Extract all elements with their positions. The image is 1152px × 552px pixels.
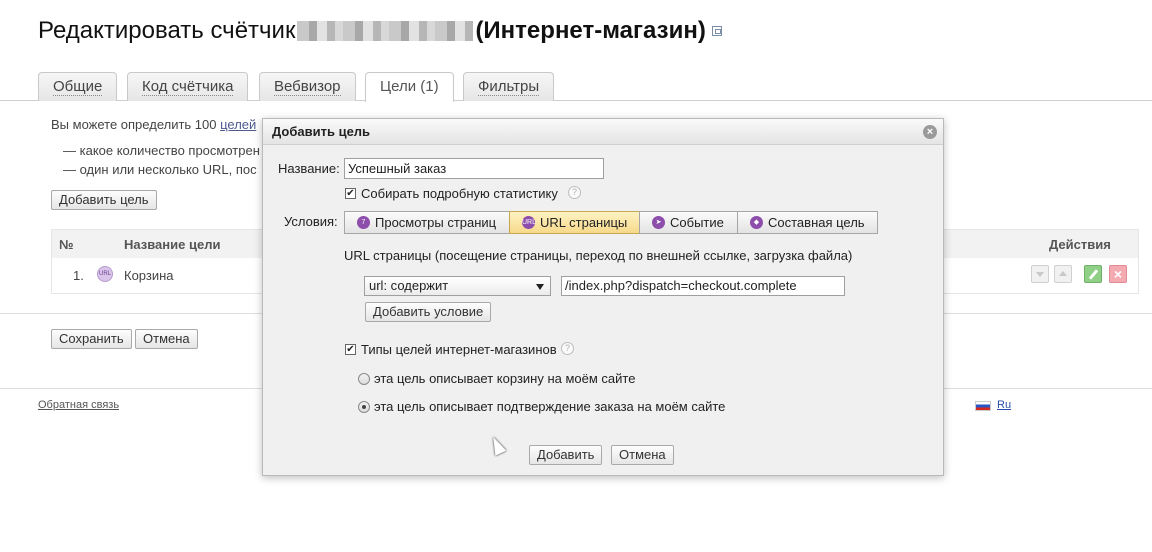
condition-event[interactable]: ➤ Событие [639, 211, 738, 234]
add-goal-button[interactable]: Добавить цель [51, 190, 157, 210]
save-button[interactable]: Сохранить [51, 329, 132, 349]
edit-pencil-icon[interactable] [1084, 265, 1102, 283]
page-title: Редактировать счётчик (Интернет-магазин) [38, 14, 722, 48]
tab-label: Вебвизор [274, 78, 341, 96]
goals-link[interactable]: целей [220, 117, 256, 132]
dialog-add-button[interactable]: Добавить [529, 445, 603, 465]
condition-page-views[interactable]: 7 Просмотры страниц [344, 211, 510, 234]
tab-webvisor[interactable]: Вебвизор [259, 72, 356, 101]
match-type-value: url: содержит [369, 278, 449, 293]
blurred-counter-name [297, 21, 474, 41]
condition-label: Составная цель [768, 215, 865, 230]
page-title-suffix: (Интернет-магазин) [475, 17, 706, 44]
delete-icon[interactable]: × [1109, 265, 1127, 283]
condition-composite[interactable]: ◆ Составная цель [737, 211, 878, 234]
col-header-name: Название цели [124, 237, 221, 252]
url-value-input[interactable]: /index.php?dispatch=checkout.complete [561, 276, 845, 296]
dropdown-arrow-icon [536, 284, 544, 290]
close-icon[interactable]: × [923, 125, 937, 139]
tab-label: Фильтры [478, 78, 540, 96]
add-goal-dialog: Добавить цель × Название: Успешный заказ… [262, 118, 944, 476]
goal-name-input[interactable]: Успешный заказ [344, 158, 604, 179]
language-switch-link[interactable]: Ru [997, 399, 1011, 411]
goals-bullet-2: — один или несколько URL, пос [63, 162, 257, 177]
ecommerce-label: Типы целей интернет-магазинов [361, 342, 557, 357]
detailed-stats-label: Собирать подробную статистику [361, 186, 558, 201]
composite-goal-icon: ◆ [750, 216, 763, 229]
radio-cart-label: эта цель описывает корзину на моём сайте [374, 371, 636, 386]
dialog-title: Добавить цель [272, 124, 371, 139]
tab-label: Общие [53, 78, 103, 96]
ecommerce-checkbox[interactable]: ✔ [345, 344, 356, 355]
detailed-stats-checkbox[interactable]: ✔ [345, 188, 356, 199]
goals-bullet-1: — какое количество просмотрен [63, 143, 260, 158]
url-goal-icon: URL [97, 266, 113, 282]
move-down-icon[interactable] [1031, 265, 1049, 283]
goal-name-label: Название: [278, 161, 340, 176]
radio-order-confirmation-label: эта цель описывает подтверждение заказа … [374, 399, 726, 414]
help-icon[interactable]: ? [568, 186, 581, 199]
condition-label: Просмотры страниц [375, 215, 497, 230]
dialog-cancel-button[interactable]: Отмена [611, 445, 674, 465]
russian-flag-icon [975, 401, 991, 411]
goal-row-name: Корзина [124, 268, 174, 283]
url-condition-description: URL страницы (посещение страницы, перехо… [344, 248, 853, 263]
col-header-num: № [59, 237, 74, 252]
radio-cart[interactable] [358, 373, 370, 385]
feedback-link[interactable]: Обратная связь [38, 399, 119, 411]
event-cursor-icon: ➤ [652, 216, 665, 229]
goal-row-num: 1. [73, 268, 84, 283]
match-type-select[interactable]: url: содержит [364, 276, 551, 296]
tab-filters[interactable]: Фильтры [463, 72, 555, 101]
goals-intro-text: Вы можете определить 100 [51, 117, 217, 132]
goals-intro: Вы можете определить 100 целей [51, 117, 256, 132]
condition-label: Событие [670, 215, 724, 230]
condition-url[interactable]: URL URL страницы [509, 211, 640, 234]
add-condition-button[interactable]: Добавить условие [365, 302, 492, 322]
condition-label: URL страницы [540, 215, 628, 230]
col-header-actions: Действия [1049, 237, 1111, 252]
move-up-icon[interactable] [1054, 265, 1072, 283]
tab-label: Код счётчика [142, 78, 234, 96]
page-title-prefix: Редактировать счётчик [38, 17, 296, 44]
conditions-label: Условия: [284, 214, 338, 229]
page-views-icon: 7 [357, 216, 370, 229]
tab-goals[interactable]: Цели (1) [365, 72, 454, 102]
tab-general[interactable]: Общие [38, 72, 118, 101]
cancel-button[interactable]: Отмена [135, 329, 198, 349]
tab-counter-code[interactable]: Код счётчика [127, 72, 249, 101]
url-icon: URL [522, 216, 536, 229]
help-icon[interactable]: ? [561, 342, 574, 355]
external-window-icon[interactable] [711, 26, 722, 36]
tab-label: Цели (1) [380, 78, 439, 95]
radio-order-confirmation[interactable] [358, 401, 370, 413]
